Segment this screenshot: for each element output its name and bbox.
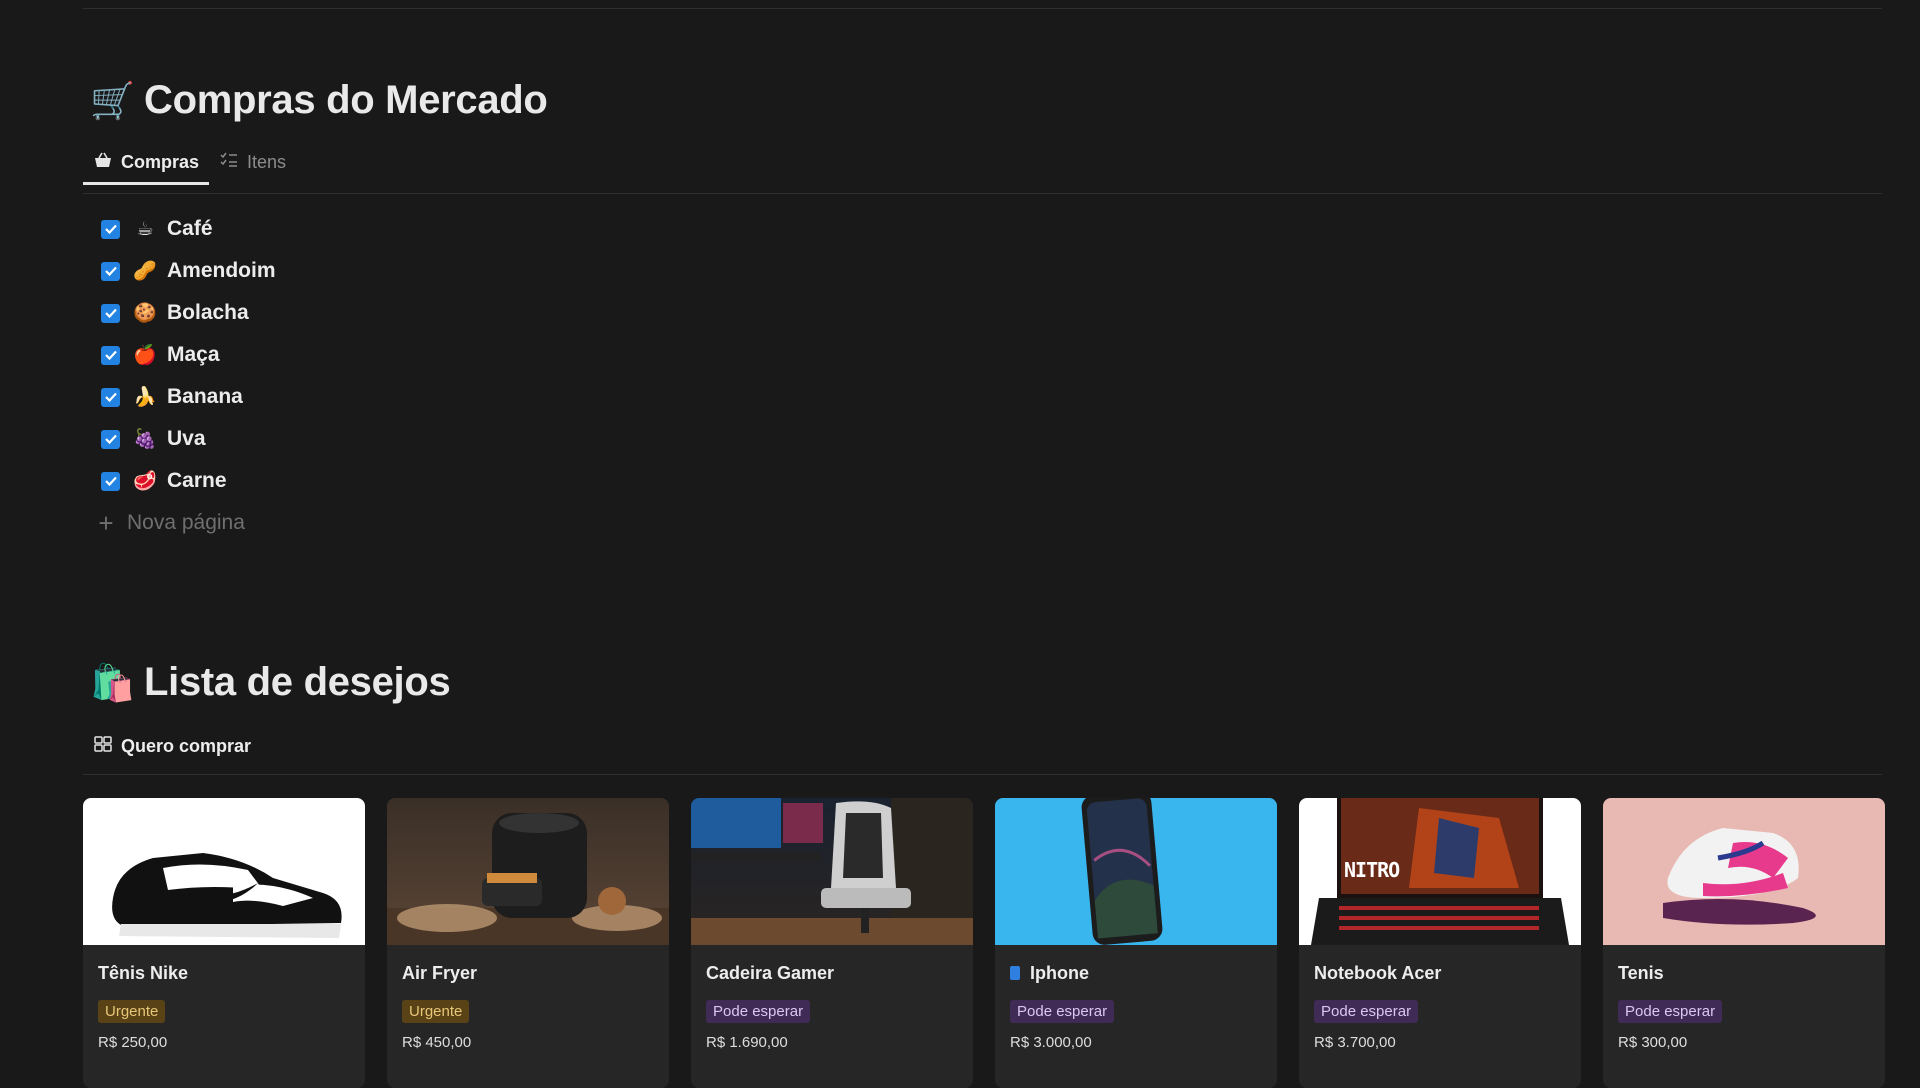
market-checklist: ☕ Café 🥜 Amendoim 🍪 Bolacha 🍎 Maça 🍌 Ban… [98, 208, 276, 544]
card-title: Tênis Nike [98, 962, 189, 983]
plus-icon: + [98, 507, 114, 538]
new-page-button[interactable]: + Nova página [93, 502, 276, 544]
card-price: R$ 300,00 [1618, 1034, 1688, 1051]
gallery-card[interactable]: Tenis Pode esperar R$ 300,00 [1603, 798, 1885, 1088]
item-label: Bolacha [167, 301, 249, 324]
gallery-grid-icon [93, 736, 113, 757]
tab-compras[interactable]: Compras [83, 152, 210, 185]
gallery-card[interactable]: Iphone Pode esperar R$ 3.000,00 [995, 798, 1277, 1088]
list-item[interactable]: 🥩 Carne [101, 460, 276, 502]
status-badge: Urgente [98, 1000, 166, 1023]
tabs-divider [83, 193, 1882, 194]
item-label: Carne [167, 469, 227, 492]
apple-icon: 🍎 [133, 345, 157, 366]
gallery-card[interactable]: NITRO Notebook Acer Pode esperar R$ 3.70… [1299, 798, 1581, 1088]
tab-label: Compras [121, 152, 200, 172]
card-cover-image [995, 798, 1277, 945]
status-badge: Pode esperar [706, 1000, 811, 1023]
view-label: Quero comprar [121, 736, 252, 756]
gallery-card[interactable]: Cadeira Gamer Pode esperar R$ 1.690,00 [691, 798, 973, 1088]
shopping-cart-icon: 🛒 [90, 79, 135, 121]
card-cover-image [83, 798, 365, 945]
grapes-icon: 🍇 [133, 429, 157, 450]
top-divider [83, 8, 1882, 9]
banana-icon: 🍌 [133, 387, 157, 408]
list-item[interactable]: ☕ Café [101, 208, 276, 250]
item-label: Uva [167, 427, 206, 450]
checkbox[interactable] [101, 429, 120, 449]
card-cover-image [691, 798, 973, 945]
market-tabs: Compras Itens [83, 152, 296, 185]
status-badge: Pode esperar [1314, 1000, 1419, 1023]
card-price: R$ 1.690,00 [706, 1034, 788, 1051]
wishlist-heading: 🛍️ Lista de desejos [90, 660, 451, 705]
checkbox[interactable] [101, 345, 120, 365]
peanut-icon: 🥜 [133, 261, 157, 282]
wishlist-title: Lista de desejos [144, 660, 451, 704]
item-label: Café [167, 217, 213, 240]
views-divider [83, 774, 1882, 775]
status-badge: Urgente [402, 1000, 470, 1023]
new-page-label: Nova página [127, 511, 245, 534]
market-title: Compras do Mercado [144, 78, 548, 122]
market-heading: 🛒 Compras do Mercado [90, 78, 548, 123]
card-cover-image: NITRO [1299, 798, 1581, 945]
status-badge: Pode esperar [1618, 1000, 1723, 1023]
card-title: Cadeira Gamer [706, 962, 835, 983]
gallery: Tênis Nike Urgente R$ 250,00 Air Fryer U… [83, 798, 1885, 1088]
checkbox[interactable] [101, 303, 120, 323]
status-badge: Pode esperar [1010, 1000, 1115, 1023]
check-icon [104, 434, 117, 445]
card-cover-image [387, 798, 669, 945]
basket-icon [93, 152, 113, 173]
wishlist-views: Quero comprar [83, 736, 261, 769]
shopping-bags-icon: 🛍️ [90, 661, 135, 703]
checkbox[interactable] [101, 471, 120, 491]
card-price: R$ 3.000,00 [1010, 1034, 1092, 1051]
phone-icon [1010, 966, 1020, 980]
card-price: R$ 250,00 [98, 1034, 168, 1051]
gallery-card[interactable]: Air Fryer Urgente R$ 450,00 [387, 798, 669, 1088]
list-item[interactable]: 🍎 Maça [101, 334, 276, 376]
item-label: Banana [167, 385, 243, 408]
list-item[interactable]: 🍌 Banana [101, 376, 276, 418]
card-title: Air Fryer [402, 962, 478, 983]
card-title-text: Iphone [1030, 962, 1089, 983]
gallery-card[interactable]: Tênis Nike Urgente R$ 250,00 [83, 798, 365, 1088]
nitro-logo: NITRO [1344, 858, 1400, 882]
check-icon [104, 266, 117, 277]
check-icon [104, 392, 117, 403]
card-cover-image [1603, 798, 1885, 945]
card-price: R$ 3.700,00 [1314, 1034, 1396, 1051]
coffee-icon: ☕ [136, 218, 154, 240]
checkbox[interactable] [101, 387, 120, 407]
list-item[interactable]: 🍇 Uva [101, 418, 276, 460]
item-label: Amendoim [167, 259, 276, 282]
tab-quero-comprar[interactable]: Quero comprar [83, 736, 261, 769]
check-icon [104, 350, 117, 361]
card-title: Notebook Acer [1314, 962, 1442, 983]
card-title: Tenis [1618, 962, 1664, 983]
tab-label: Itens [247, 152, 287, 172]
list-item[interactable]: 🍪 Bolacha [101, 292, 276, 334]
check-icon [104, 308, 117, 319]
tab-itens[interactable]: Itens [209, 152, 296, 185]
checkbox[interactable] [101, 219, 120, 239]
meat-icon: 🥩 [133, 471, 157, 492]
check-icon [104, 224, 117, 235]
checkbox[interactable] [101, 261, 120, 281]
checklist-icon [219, 152, 239, 173]
cookie-icon: 🍪 [133, 303, 157, 324]
item-label: Maça [167, 343, 220, 366]
check-icon [104, 476, 117, 487]
card-title: Iphone [1010, 961, 1262, 985]
card-price: R$ 450,00 [402, 1034, 472, 1051]
list-item[interactable]: 🥜 Amendoim [101, 250, 276, 292]
